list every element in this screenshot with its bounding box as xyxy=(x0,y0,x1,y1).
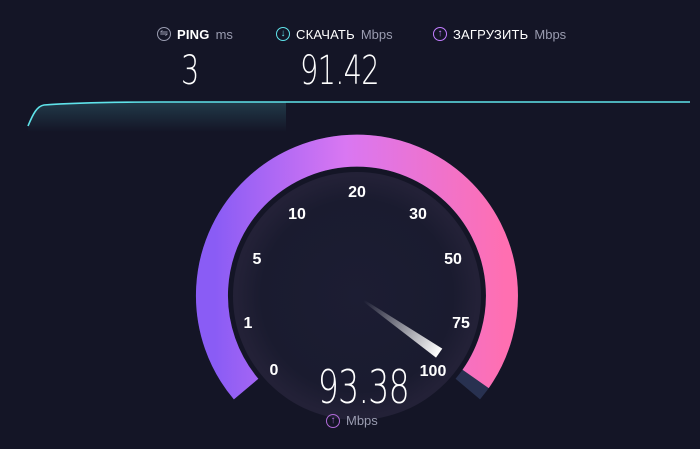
tick-75: 75 xyxy=(452,315,470,332)
tick-1: 1 xyxy=(244,315,253,332)
tick-10: 10 xyxy=(288,206,306,223)
upload-arrow-icon: ↑ xyxy=(326,413,340,428)
speed-unit-label: Mbps xyxy=(346,413,378,428)
current-speed-value: 93.38 xyxy=(317,360,410,414)
tick-50: 50 xyxy=(444,251,462,268)
tick-30: 30 xyxy=(409,206,427,223)
tick-100: 100 xyxy=(420,363,447,380)
tick-20: 20 xyxy=(348,184,366,201)
tick-0: 0 xyxy=(270,362,279,379)
current-speed-unit: ↑ Mbps xyxy=(326,413,378,428)
tick-5: 5 xyxy=(253,251,262,268)
